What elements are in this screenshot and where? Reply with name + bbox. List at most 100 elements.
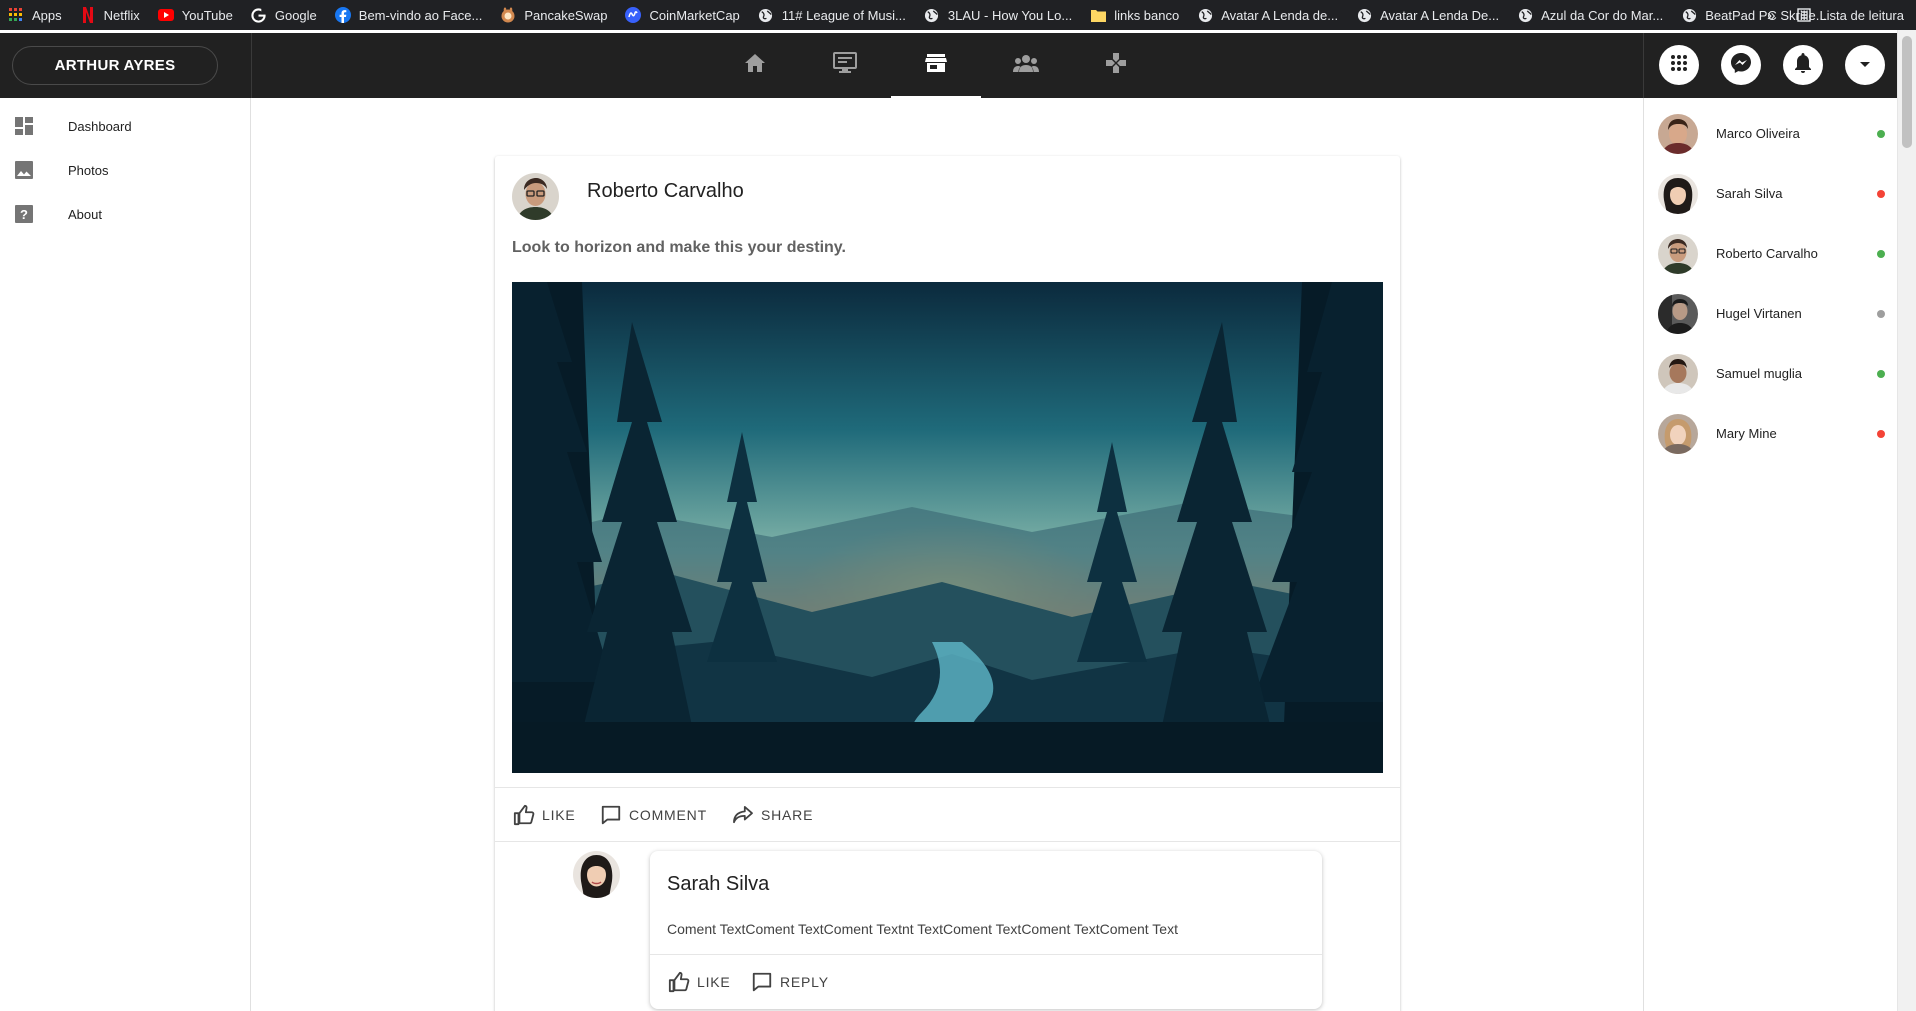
bell-icon: [1794, 52, 1812, 79]
messenger-icon: [1730, 52, 1752, 79]
comment-like-button[interactable]: LIKE: [667, 970, 731, 994]
google-icon: [251, 7, 267, 23]
header-divider: [251, 33, 252, 98]
post-like-button[interactable]: LIKE: [512, 803, 576, 827]
bookmark-links-banco[interactable]: links banco: [1090, 7, 1179, 23]
status-online-indicator: [1877, 370, 1885, 378]
bookmark-3lau[interactable]: 3LAU - How You Lo...: [924, 7, 1072, 23]
app-header: ARTHUR AYRES: [0, 33, 1897, 98]
tab-groups[interactable]: [981, 33, 1071, 98]
dashboard-icon: [14, 116, 34, 136]
messenger-button[interactable]: [1721, 45, 1761, 85]
post-caption: Look to horizon and make this your desti…: [512, 239, 846, 256]
apps-grid-icon: [8, 7, 24, 23]
user-profile-button[interactable]: ARTHUR AYRES: [12, 46, 218, 85]
contact-avatar: [1658, 174, 1698, 214]
post-divider: [495, 787, 1400, 788]
tab-home[interactable]: [710, 33, 800, 98]
comment-divider: [650, 954, 1322, 955]
contact-item[interactable]: Mary Mine: [1644, 404, 1898, 464]
netflix-icon: [80, 7, 96, 23]
dropdown-arrow-icon: [1859, 56, 1871, 74]
globe-icon: [924, 7, 940, 23]
bookmark-netflix[interactable]: Netflix: [80, 7, 140, 23]
globe-icon: [758, 7, 774, 23]
status-busy-indicator: [1877, 190, 1885, 198]
scrollbar-thumb[interactable]: [1902, 36, 1912, 148]
bookmarks-right: » Lista de leitura: [1767, 0, 1904, 30]
contact-avatar: [1658, 414, 1698, 454]
globe-icon: [1356, 7, 1372, 23]
contact-item[interactable]: Roberto Carvalho: [1644, 224, 1898, 284]
sidebar-item-photos[interactable]: Photos: [0, 148, 250, 192]
pancakeswap-icon: [500, 7, 516, 23]
apps-menu-icon: [1670, 54, 1688, 77]
monitor-icon: [833, 52, 857, 79]
contact-avatar: [1658, 354, 1698, 394]
tab-marketplace[interactable]: [891, 33, 981, 98]
tab-watch[interactable]: [800, 33, 890, 98]
notifications-button[interactable]: [1783, 45, 1823, 85]
contact-item[interactable]: Sarah Silva: [1644, 164, 1898, 224]
post-author-avatar[interactable]: [512, 173, 559, 220]
bookmark-google[interactable]: Google: [251, 7, 317, 23]
bookmarks-bar: Apps Netflix YouTube Google Bem-vindo ao…: [0, 0, 1916, 30]
contact-avatar: [1658, 234, 1698, 274]
folder-icon: [1090, 7, 1106, 23]
bookmark-avatar-1[interactable]: Avatar A Lenda de...: [1197, 7, 1338, 23]
status-offline-indicator: [1877, 310, 1885, 318]
photo-icon: [14, 160, 34, 180]
facebook-icon: [334, 7, 351, 23]
left-sidebar: Dashboard Photos ? About: [0, 98, 251, 1011]
comment-icon: [750, 970, 774, 994]
contact-item[interactable]: Samuel muglia: [1644, 344, 1898, 404]
post-image[interactable]: [512, 282, 1383, 773]
bookmark-league-of-music[interactable]: 11# League of Musi...: [758, 7, 906, 23]
post-share-button[interactable]: SHARE: [731, 803, 813, 827]
post-card: Roberto Carvalho Look to horizon and mak…: [495, 156, 1400, 1011]
comment-author-name[interactable]: Sarah Silva: [667, 873, 769, 896]
reading-list-link[interactable]: Lista de leitura: [1819, 8, 1904, 23]
bookmark-pancakeswap[interactable]: PancakeSwap: [500, 7, 607, 23]
bookmarks-overflow-button[interactable]: »: [1767, 7, 1775, 24]
share-arrow-icon: [731, 803, 755, 827]
globe-icon: [1197, 7, 1213, 23]
thumb-up-icon: [512, 803, 536, 827]
account-dropdown-button[interactable]: [1845, 45, 1885, 85]
bookmark-azul-da-cor[interactable]: Azul da Cor do Mar...: [1517, 7, 1663, 23]
globe-icon: [1517, 7, 1533, 23]
contacts-panel: Marco Oliveira Sarah Silva Roberto Carva…: [1643, 98, 1897, 1011]
apps-menu-button[interactable]: [1659, 45, 1699, 85]
reading-list-icon: [1797, 8, 1812, 22]
bookmark-facebook[interactable]: Bem-vindo ao Face...: [334, 7, 482, 23]
contact-avatar: [1658, 294, 1698, 334]
comment-reply-button[interactable]: REPLY: [750, 970, 829, 994]
status-busy-indicator: [1877, 430, 1885, 438]
store-icon: [925, 53, 947, 78]
bookmark-youtube[interactable]: YouTube: [157, 7, 233, 23]
post-divider: [495, 841, 1400, 842]
contact-item[interactable]: Hugel Virtanen: [1644, 284, 1898, 344]
bookmark-coinmarketcap[interactable]: CoinMarketCap: [625, 7, 740, 23]
contact-avatar: [1658, 114, 1698, 154]
header-divider: [1643, 33, 1644, 98]
sidebar-item-dashboard[interactable]: Dashboard: [0, 104, 250, 148]
post-comment-button[interactable]: COMMENT: [599, 803, 707, 827]
thumb-up-icon: [667, 970, 691, 994]
home-icon: [744, 53, 766, 78]
comment-card: Sarah Silva Coment TextComent TextComent…: [650, 851, 1322, 1009]
post-author-name[interactable]: Roberto Carvalho: [587, 180, 744, 203]
youtube-icon: [157, 7, 174, 23]
bookmark-avatar-2[interactable]: Avatar A Lenda De...: [1356, 7, 1499, 23]
tab-gaming[interactable]: [1071, 33, 1161, 98]
groups-icon: [1013, 54, 1039, 77]
sidebar-item-about[interactable]: ? About: [0, 192, 250, 236]
comment-icon: [599, 803, 623, 827]
comment-author-avatar[interactable]: [573, 851, 620, 898]
page-scrollbar[interactable]: [1897, 30, 1916, 1011]
comment-text: Coment TextComent TextComent Textnt Text…: [667, 921, 1178, 937]
help-icon: ?: [14, 204, 34, 224]
bookmark-apps[interactable]: Apps: [8, 7, 62, 23]
coinmarketcap-icon: [625, 7, 642, 23]
contact-item[interactable]: Marco Oliveira: [1644, 104, 1898, 164]
